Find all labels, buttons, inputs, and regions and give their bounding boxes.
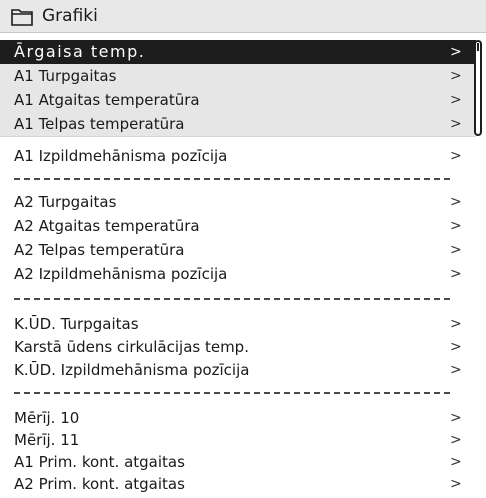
chevron-right-icon: > — [450, 116, 462, 132]
chevron-right-icon: > — [450, 242, 462, 258]
menu-item-label: Ārgaisa temp. — [14, 42, 146, 61]
chevron-right-icon: > — [450, 194, 462, 210]
menu-item-dhw-actuator[interactable]: K.ŪD. Izpildmehānisma pozīcija > — [0, 358, 476, 382]
menu-item-dhw-circulation[interactable]: Karstā ūdens cirkulācijas temp. > — [0, 335, 476, 359]
menu-item-outdoor-temp[interactable]: Ārgaisa temp. > — [0, 40, 476, 64]
group-separator — [14, 178, 450, 180]
menu-item-label: A1 Izpildmehānisma pozīcija — [14, 147, 228, 165]
chevron-right-icon: > — [450, 432, 462, 448]
menu-item-dhw-supply[interactable]: K.ŪD. Turpgaitas > — [0, 312, 476, 336]
menu-item-a2-actuator[interactable]: A2 Izpildmehānisma pozīcija > — [0, 262, 476, 286]
chevron-right-icon: > — [450, 454, 462, 470]
scrollbar[interactable] — [474, 40, 482, 136]
group-separator — [14, 392, 450, 394]
chevron-right-icon: > — [450, 218, 462, 234]
chevron-right-icon: > — [450, 44, 462, 60]
chevron-right-icon: > — [450, 362, 462, 378]
menu-item-a1-primary-return[interactable]: A1 Prim. kont. atgaitas > — [0, 450, 476, 474]
menu-header: Grafiki — [0, 0, 486, 33]
menu-item-label: Mērīj. 11 — [14, 431, 80, 449]
chevron-right-icon: > — [450, 476, 462, 492]
chevron-right-icon: > — [450, 148, 462, 164]
chevron-right-icon: > — [450, 68, 462, 84]
chevron-right-icon: > — [450, 92, 462, 108]
menu-item-meas-10[interactable]: Mērīj. 10 > — [0, 406, 476, 430]
menu-item-a1-actuator[interactable]: A1 Izpildmehānisma pozīcija > — [0, 144, 476, 168]
menu-title: Grafiki — [42, 6, 98, 26]
folder-icon — [11, 9, 33, 26]
menu-item-a2-supply[interactable]: A2 Turpgaitas > — [0, 190, 476, 214]
menu-item-label: A1 Atgaitas temperatūra — [14, 91, 200, 109]
group-separator — [14, 298, 450, 300]
chevron-right-icon: > — [450, 410, 462, 426]
menu-item-a1-supply[interactable]: A1 Turpgaitas > — [0, 64, 476, 89]
menu-item-label: K.ŪD. Turpgaitas — [14, 315, 139, 333]
menu-item-label: Mērīj. 10 — [14, 409, 80, 427]
menu-item-label: A1 Telpas temperatūra — [14, 115, 185, 133]
chevron-right-icon: > — [450, 316, 462, 332]
menu-item-label: A2 Atgaitas temperatūra — [14, 217, 200, 235]
menu-item-meas-11[interactable]: Mērīj. 11 > — [0, 428, 476, 452]
menu-item-label: A2 Prim. kont. atgaitas — [14, 475, 185, 493]
menu-item-a2-primary-return[interactable]: A2 Prim. kont. atgaitas > — [0, 472, 476, 496]
menu-item-label: A1 Turpgaitas — [14, 67, 117, 85]
menu-item-a1-room[interactable]: A1 Telpas temperatūra > — [0, 112, 476, 137]
menu-item-label: K.ŪD. Izpildmehānisma pozīcija — [14, 361, 250, 379]
menu-item-label: A1 Prim. kont. atgaitas — [14, 453, 185, 471]
menu-item-label: A2 Izpildmehānisma pozīcija — [14, 265, 228, 283]
menu-item-a1-return[interactable]: A1 Atgaitas temperatūra > — [0, 88, 476, 113]
scrollbar-thumb[interactable] — [477, 43, 479, 51]
menu-item-label: Karstā ūdens cirkulācijas temp. — [14, 338, 249, 356]
menu-item-label: A2 Turpgaitas — [14, 193, 117, 211]
menu-item-a2-room[interactable]: A2 Telpas temperatūra > — [0, 238, 476, 262]
menu-item-label: A2 Telpas temperatūra — [14, 241, 185, 259]
chevron-right-icon: > — [450, 266, 462, 282]
chevron-right-icon: > — [450, 339, 462, 355]
menu-item-a2-return[interactable]: A2 Atgaitas temperatūra > — [0, 214, 476, 238]
